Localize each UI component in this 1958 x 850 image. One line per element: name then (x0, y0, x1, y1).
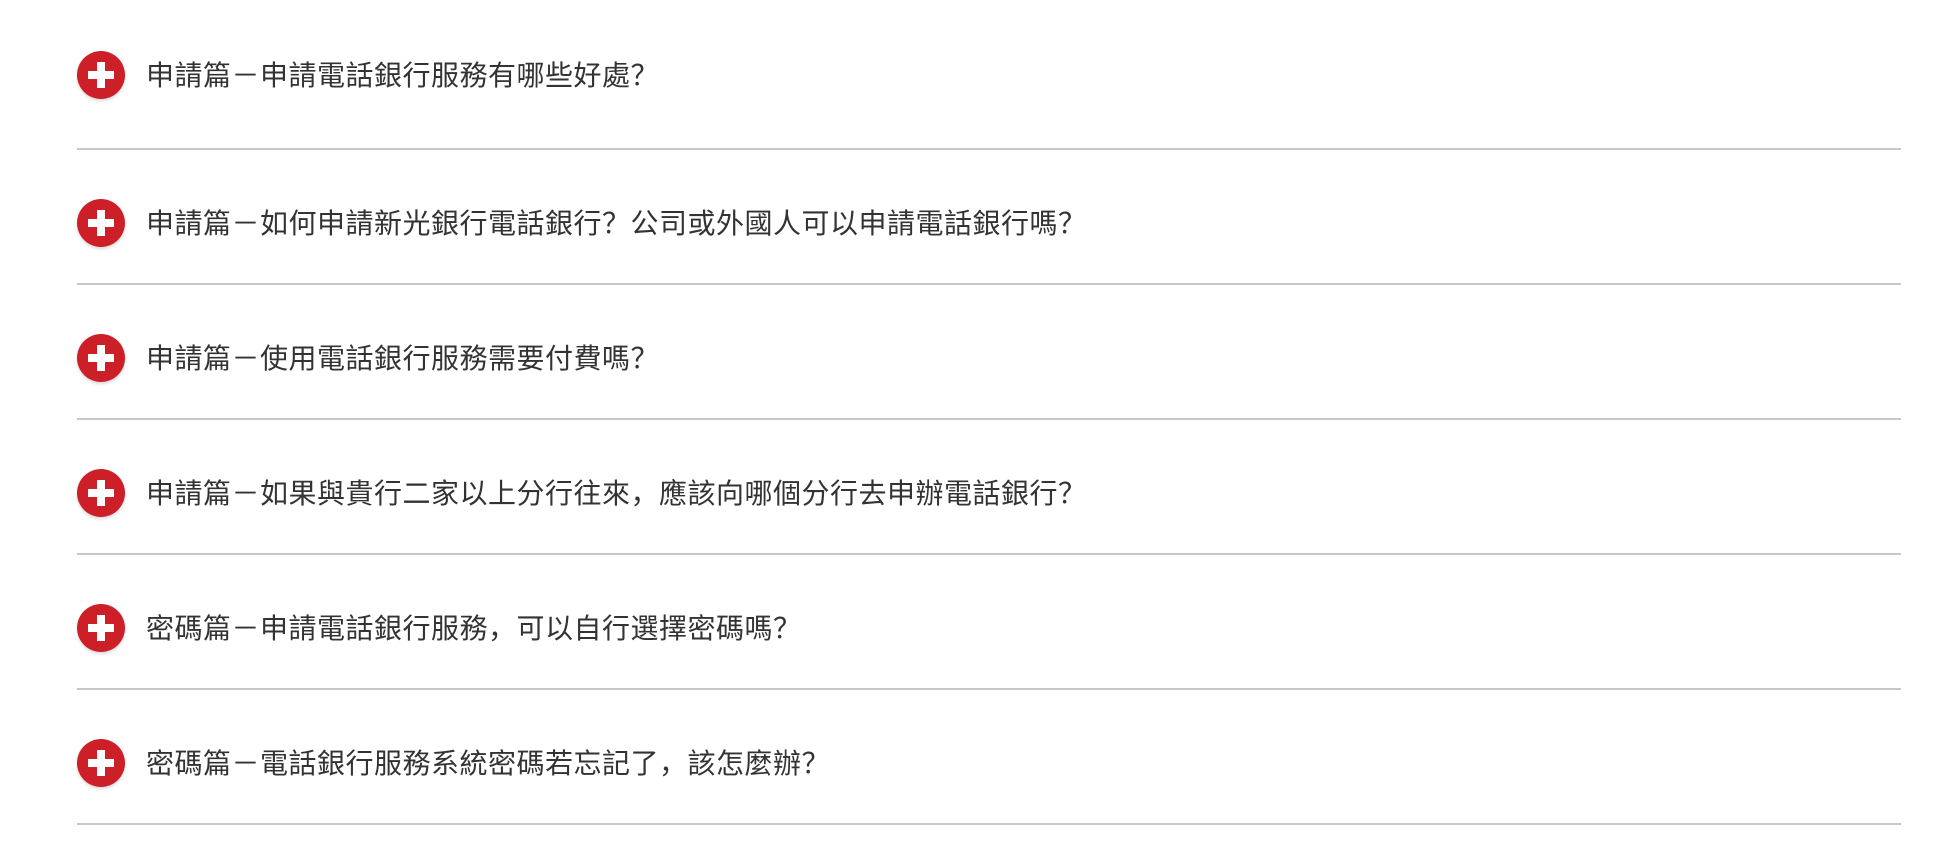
expand-button[interactable] (77, 739, 125, 787)
plus-circle-icon (88, 345, 114, 371)
plus-circle-icon (88, 615, 114, 641)
faq-list: 申請篇－申請電話銀行服務有哪些好處？ 申請篇－如何申請新光銀行電話銀行？公司或外… (77, 0, 1901, 825)
faq-question[interactable]: 申請篇－如果與貴行二家以上分行往來，應該向哪個分行去申辦電話銀行？ (146, 470, 1087, 518)
expand-button[interactable] (77, 469, 125, 517)
plus-circle-icon (88, 480, 114, 506)
expand-button[interactable] (77, 334, 125, 382)
expand-button[interactable] (77, 199, 125, 247)
faq-question[interactable]: 密碼篇－申請電話銀行服務，可以自行選擇密碼嗎？ (146, 605, 802, 653)
faq-question[interactable]: 申請篇－如何申請新光銀行電話銀行？公司或外國人可以申請電話銀行嗎？ (146, 200, 1087, 248)
plus-circle-icon (88, 210, 114, 236)
faq-item[interactable]: 申請篇－如何申請新光銀行電話銀行？公司或外國人可以申請電話銀行嗎？ (77, 150, 1901, 285)
faq-item[interactable]: 密碼篇－電話銀行服務系統密碼若忘記了，該怎麼辦？ (77, 690, 1901, 825)
faq-question[interactable]: 申請篇－申請電話銀行服務有哪些好處？ (146, 52, 659, 100)
faq-item[interactable]: 申請篇－如果與貴行二家以上分行往來，應該向哪個分行去申辦電話銀行？ (77, 420, 1901, 555)
expand-button[interactable] (77, 604, 125, 652)
faq-item[interactable]: 申請篇－使用電話銀行服務需要付費嗎？ (77, 285, 1901, 420)
plus-circle-icon (88, 62, 114, 88)
faq-item[interactable]: 申請篇－申請電話銀行服務有哪些好處？ (77, 0, 1901, 150)
faq-question[interactable]: 申請篇－使用電話銀行服務需要付費嗎？ (146, 335, 659, 383)
expand-button[interactable] (77, 51, 125, 99)
faq-item[interactable]: 密碼篇－申請電話銀行服務，可以自行選擇密碼嗎？ (77, 555, 1901, 690)
faq-question[interactable]: 密碼篇－電話銀行服務系統密碼若忘記了，該怎麼辦？ (146, 740, 830, 788)
plus-circle-icon (88, 750, 114, 776)
